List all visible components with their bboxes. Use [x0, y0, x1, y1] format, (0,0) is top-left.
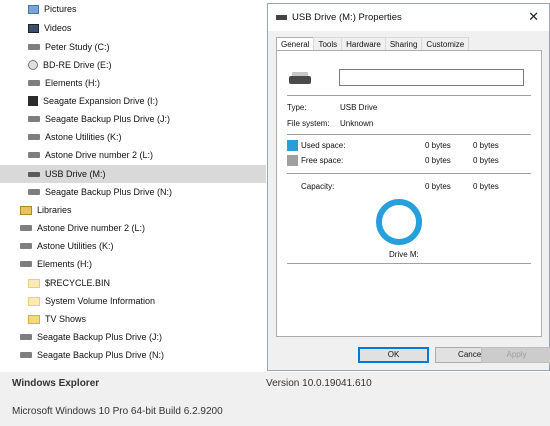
capacity-bytes: 0 bytes — [425, 182, 451, 191]
tab-strip: General Tools Hardware Sharing Customize — [276, 37, 470, 51]
drive-icon — [20, 243, 32, 249]
file-system-label: File system: — [287, 119, 330, 128]
tree-item-system-volume-information[interactable]: System Volume Information — [0, 292, 266, 310]
tab-hardware[interactable]: Hardware — [341, 37, 386, 51]
free-space-label: Free space: — [301, 156, 344, 165]
free-space-bytes: 0 bytes — [425, 156, 451, 165]
free-space-swatch — [287, 155, 298, 166]
drive-icon — [20, 334, 32, 340]
tree-item-videos[interactable]: Videos — [0, 19, 266, 37]
app-version: Version 10.0.19041.610 — [266, 378, 372, 389]
divider — [287, 263, 531, 264]
tree-item-drive-n-2[interactable]: Seagate Backup Plus Drive (N:) — [0, 346, 266, 364]
tree-item-pictures[interactable]: Pictures — [0, 0, 266, 18]
tab-tools[interactable]: Tools — [313, 37, 343, 51]
drive-icon — [28, 116, 40, 122]
folder-icon — [28, 314, 40, 324]
drive-icon — [28, 44, 40, 50]
tree-item-drive-k[interactable]: Astone Utilities (K:) — [0, 128, 266, 146]
properties-dialog: USB Drive (M:) Properties ✕ General Tool… — [267, 3, 550, 371]
folder-icon — [28, 278, 40, 288]
drive-icon — [28, 189, 40, 195]
tree-item-drive-l-2[interactable]: Astone Drive number 2 (L:) — [0, 219, 266, 237]
videos-icon — [28, 23, 39, 33]
dialog-titlebar[interactable]: USB Drive (M:) Properties ✕ — [268, 4, 549, 31]
used-space-bytes: 0 bytes — [425, 141, 451, 150]
used-space-swatch — [287, 140, 298, 151]
drive-icon — [28, 80, 40, 86]
capacity-label: Capacity: — [301, 182, 335, 191]
usb-drive-icon — [276, 15, 287, 20]
ok-button[interactable]: OK — [358, 347, 429, 363]
dialog-title: USB Drive (M:) Properties — [292, 12, 402, 23]
file-system-value: Unknown — [340, 119, 374, 128]
drive-name-input[interactable] — [339, 69, 524, 86]
used-space-label: Used space: — [301, 141, 346, 150]
app-info-footer: Windows Explorer Version 10.0.19041.610 … — [0, 372, 550, 426]
os-info: Microsoft Windows 10 Pro 64-bit Build 6.… — [12, 406, 223, 417]
apply-button[interactable]: Apply — [481, 347, 550, 363]
divider — [287, 134, 531, 135]
capacity-donut-chart — [376, 199, 422, 245]
app-name: Windows Explorer — [12, 378, 100, 389]
divider — [287, 173, 531, 174]
folder-icon — [28, 296, 40, 306]
divider — [287, 95, 531, 96]
tab-sharing[interactable]: Sharing — [384, 37, 423, 51]
drive-caption: Drive M: — [389, 250, 419, 259]
tree-item-libraries[interactable]: Libraries — [0, 201, 266, 219]
tree-item-drive-i[interactable]: Seagate Expansion Drive (I:) — [0, 92, 266, 110]
drive-icon — [20, 261, 32, 267]
drive-dark-icon — [28, 96, 38, 106]
type-value: USB Drive — [340, 103, 378, 112]
tree-item-tv-shows[interactable]: TV Shows — [0, 310, 266, 328]
tree-item-drive-h[interactable]: Elements (H:) — [0, 74, 266, 92]
capacity-size: 0 bytes — [473, 182, 499, 191]
drive-icon — [28, 134, 40, 140]
pictures-icon — [28, 4, 39, 14]
usb-drive-icon — [289, 72, 311, 84]
tab-customize[interactable]: Customize — [421, 37, 470, 51]
used-space-size: 0 bytes — [473, 141, 499, 150]
tree-item-drive-j-2[interactable]: Seagate Backup Plus Drive (J:) — [0, 328, 266, 346]
general-tab-panel: Type: USB Drive File system: Unknown Use… — [276, 50, 542, 337]
tree-item-drive-k-2[interactable]: Astone Utilities (K:) — [0, 237, 266, 255]
tree-item-recycle-bin[interactable]: $RECYCLE.BIN — [0, 274, 266, 292]
tree-item-drive-n[interactable]: Seagate Backup Plus Drive (N:) — [0, 183, 266, 201]
drive-icon — [28, 152, 40, 158]
free-space-size: 0 bytes — [473, 156, 499, 165]
tree-item-drive-e[interactable]: BD-RE Drive (E:) — [0, 56, 266, 74]
tree-item-drive-h-2[interactable]: Elements (H:) — [0, 255, 266, 273]
library-icon — [20, 205, 32, 215]
drive-icon — [20, 352, 32, 358]
optical-drive-icon — [28, 60, 38, 70]
tree-item-drive-l[interactable]: Astone Drive number 2 (L:) — [0, 146, 266, 164]
usb-drive-icon — [28, 171, 40, 177]
drive-icon — [20, 225, 32, 231]
type-label: Type: — [287, 103, 307, 112]
navigation-tree: Pictures Videos Peter Study (C:) BD-RE D… — [0, 0, 266, 372]
close-button[interactable]: ✕ — [528, 10, 539, 24]
tree-item-drive-c[interactable]: Peter Study (C:) — [0, 38, 266, 56]
tree-item-drive-j[interactable]: Seagate Backup Plus Drive (J:) — [0, 110, 266, 128]
tab-general[interactable]: General — [276, 37, 315, 51]
tree-item-drive-m[interactable]: USB Drive (M:) — [0, 165, 266, 183]
